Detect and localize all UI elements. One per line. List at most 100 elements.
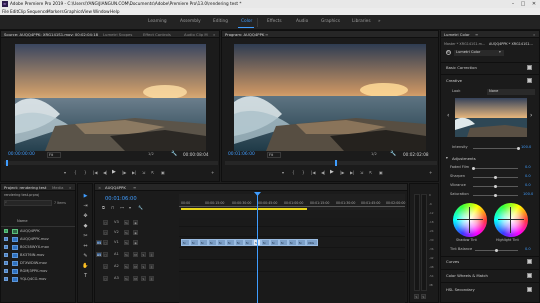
- toggle-output-eye-icon[interactable]: ◉: [133, 240, 138, 245]
- project-item[interactable]: AUQQ4PPK.mov: [1, 236, 75, 244]
- label-color-swatch[interactable]: [4, 237, 8, 241]
- vibrance-slider-knob[interactable]: [494, 185, 497, 188]
- menu-markers[interactable]: Markers: [47, 9, 64, 14]
- menu-window[interactable]: Window: [93, 9, 110, 14]
- menu-file[interactable]: File: [2, 9, 9, 14]
- video-clip[interactable]: fx: [288, 239, 297, 246]
- hand-tool-icon[interactable]: ✋: [82, 263, 89, 270]
- section-color-wheels-match[interactable]: Color Wheels & Match: [446, 274, 488, 278]
- snap-magnet-icon[interactable]: ⊓: [111, 206, 114, 210]
- menu-view[interactable]: View: [82, 9, 92, 14]
- video-clip[interactable]: fx: [199, 239, 208, 246]
- source-video-frame[interactable]: [15, 44, 206, 151]
- faded-film-value[interactable]: 0.0: [525, 165, 531, 170]
- intensity-slider-knob[interactable]: [516, 147, 520, 150]
- source-step-back-button[interactable]: ◀|: [103, 171, 107, 175]
- adjustments-expander[interactable]: ▾: [446, 156, 448, 161]
- type-tool-icon[interactable]: T: [82, 273, 89, 280]
- workspace-libraries[interactable]: Libraries: [352, 19, 371, 24]
- lock-track-icon[interactable]: ▢: [103, 264, 108, 269]
- look-select[interactable]: None: [487, 89, 535, 95]
- project-item[interactable]: YQLQ4CG.mov: [1, 276, 75, 284]
- shadow-tint-wheel[interactable]: [453, 203, 487, 237]
- tab-lumetri-color[interactable]: Lumetri Color: [444, 32, 470, 37]
- tab-sequence[interactable]: AUQQ4PPK: [105, 185, 126, 190]
- video-clip[interactable]: fx: [208, 239, 217, 246]
- intensity-slider-track[interactable]: [473, 148, 518, 149]
- pen-tool-icon[interactable]: ✎: [82, 253, 89, 260]
- tint-balance-value[interactable]: 0.0: [525, 247, 531, 252]
- track-lane-v3[interactable]: [179, 218, 405, 227]
- sync-lock-icon[interactable]: ⇆: [124, 264, 129, 269]
- label-color-swatch[interactable]: [4, 245, 8, 249]
- source-button-editor[interactable]: +: [211, 171, 214, 175]
- source-mark-out-button[interactable]: }: [84, 171, 87, 175]
- close-window-button[interactable]: ✕: [529, 1, 539, 7]
- program-export-frame-button[interactable]: ▣: [379, 171, 383, 175]
- maximize-button[interactable]: □: [518, 1, 528, 7]
- label-color-swatch[interactable]: [4, 253, 8, 257]
- timeline-playhead[interactable]: [257, 194, 258, 303]
- sharpen-slider-knob[interactable]: [494, 176, 497, 179]
- program-scrub-bar[interactable]: [225, 161, 437, 165]
- microphone-icon[interactable]: ⦿: [149, 276, 154, 281]
- program-video-frame[interactable]: [234, 44, 426, 151]
- tab-lumetri-scopes[interactable]: Lumetri Scopes: [103, 32, 132, 37]
- program-mark-in-button[interactable]: {: [292, 171, 295, 175]
- mute-track-button[interactable]: M: [133, 276, 138, 281]
- program-zoom-select[interactable]: Fit: [267, 152, 281, 158]
- solo-track-button[interactable]: S: [141, 252, 146, 257]
- timeline-timecode[interactable]: 00:01:06:00: [105, 196, 137, 202]
- label-color-swatch[interactable]: [4, 277, 8, 281]
- program-extract-button[interactable]: ⇱: [369, 171, 372, 175]
- program-panel-menu-icon[interactable]: ≡: [265, 32, 268, 37]
- saturation-value[interactable]: 100.0: [523, 192, 533, 197]
- section-hsl-secondary[interactable]: HSL Secondary: [446, 288, 475, 292]
- source-patch-v1[interactable]: V1: [96, 240, 102, 245]
- video-clip[interactable]: fx: [181, 239, 190, 246]
- section-creative[interactable]: Creative: [446, 79, 462, 83]
- video-clip[interactable]: fx: [270, 239, 279, 246]
- track-label[interactable]: V2: [114, 230, 119, 235]
- curves-checkbox[interactable]: [527, 259, 532, 264]
- track-lane-a3[interactable]: [179, 273, 405, 284]
- source-tabs-overflow-icon[interactable]: »: [213, 32, 215, 37]
- highlight-tint-wheel[interactable]: [494, 203, 528, 237]
- tint-balance-slider-knob[interactable]: [495, 249, 498, 252]
- project-column-name[interactable]: Name: [17, 219, 28, 224]
- vibrance-value[interactable]: 0.0: [525, 183, 531, 188]
- tab-program[interactable]: Program: AUQQ4PPK: [225, 32, 264, 37]
- menu-edit[interactable]: Edit: [10, 9, 18, 14]
- track-label[interactable]: A2: [114, 264, 119, 269]
- track-lane-v2[interactable]: [179, 228, 405, 237]
- tab-media-browser[interactable]: Media: [52, 185, 63, 190]
- toggle-output-eye-icon[interactable]: ◉: [133, 220, 138, 225]
- microphone-icon[interactable]: ⦿: [149, 252, 154, 257]
- creative-checkbox[interactable]: [527, 78, 532, 83]
- lumetri-effect-select[interactable]: Lumetri Color: [454, 50, 504, 56]
- workspace-audio[interactable]: Audio: [296, 19, 308, 24]
- label-color-swatch[interactable]: [4, 229, 8, 233]
- lock-track-icon[interactable]: ▢: [103, 252, 108, 257]
- source-play-button[interactable]: ▶: [112, 170, 116, 175]
- look-next-button[interactable]: ›: [530, 113, 532, 119]
- effect-toggle-fx-icon[interactable]: fx: [446, 50, 451, 55]
- lock-track-icon[interactable]: ▢: [103, 240, 108, 245]
- lock-track-icon[interactable]: ▢: [103, 276, 108, 281]
- faded-film-slider-track[interactable]: [473, 168, 518, 169]
- workspace-learning[interactable]: Learning: [148, 19, 167, 24]
- microphone-icon[interactable]: ⦿: [149, 264, 154, 269]
- project-item[interactable]: B0C58WYX.mov: [1, 244, 75, 252]
- rate-stretch-tool-icon[interactable]: ◆: [82, 223, 89, 230]
- linked-selection-icon[interactable]: ⊶: [120, 206, 124, 210]
- nest-toggle-icon[interactable]: ⧉: [102, 206, 105, 210]
- menu-graphics[interactable]: Graphics: [64, 9, 83, 14]
- intensity-value[interactable]: 100.0: [521, 145, 531, 150]
- mute-track-button[interactable]: M: [133, 264, 138, 269]
- tab-source[interactable]: Source: AUQQ4PPK: XRG141S1.mov: 00:02:04…: [4, 32, 98, 37]
- ripple-edit-tool-icon[interactable]: ✥: [82, 213, 89, 220]
- basic-correction-checkbox[interactable]: [527, 65, 532, 70]
- section-curves[interactable]: Curves: [446, 260, 459, 264]
- program-resolution-select[interactable]: 1/2: [371, 152, 377, 157]
- toggle-output-eye-icon[interactable]: ◉: [133, 230, 138, 235]
